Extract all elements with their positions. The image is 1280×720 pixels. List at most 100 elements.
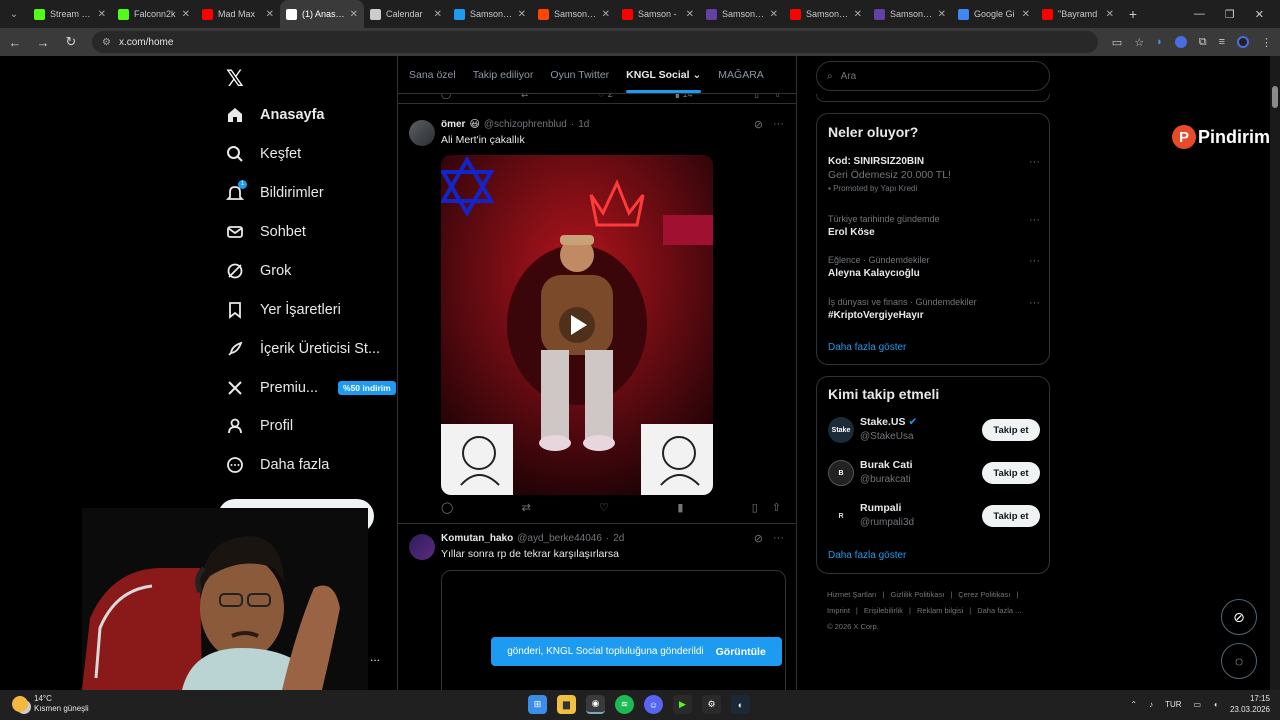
browser-tab[interactable]: Samson, A ✕	[700, 0, 784, 28]
feed-tab[interactable]: MAĞARA	[718, 69, 764, 93]
follow-name[interactable]: Stake.US ✔	[860, 416, 917, 428]
nav-item-grok[interactable]: Grok	[226, 262, 291, 280]
tab-close-icon[interactable]: ✕	[434, 9, 442, 20]
views-icon[interactable]: ▮	[677, 501, 683, 514]
browser-tab[interactable]: Stream - K ✕	[28, 0, 112, 28]
forward-icon[interactable]: →	[36, 35, 50, 50]
footer-link[interactable]: Çerez Politikası	[958, 590, 1010, 599]
url-input[interactable]: ⚙ x.com/home	[92, 31, 1098, 53]
nav-item-rocket[interactable]: İçerik Üreticisi St...	[226, 340, 380, 358]
follow-suggestion[interactable]: B Burak Cati @burakcati Takip et	[828, 458, 1040, 490]
reply-icon[interactable]: ◯	[441, 501, 453, 514]
nav-item-bookmark[interactable]: Yer İşaretleri	[226, 301, 341, 319]
minimize-icon[interactable]: —	[1194, 8, 1205, 21]
post-video[interactable]	[441, 155, 713, 495]
tab-close-icon[interactable]: ✕	[266, 9, 274, 20]
weather-widget[interactable]: 14°C Kısmen güneşli	[12, 694, 89, 714]
follow-button[interactable]: Takip et	[982, 462, 1040, 484]
trend-item[interactable]: Eğlence · Gündemdekiler Aleyna Kalaycıoğ…	[828, 255, 1040, 279]
trend-item[interactable]: İş dünyası ve finans · Gündemdekiler #Kr…	[828, 297, 1040, 321]
steam-icon[interactable]: ◐	[731, 695, 750, 714]
messages-fab-icon[interactable]: ◌	[1221, 643, 1257, 679]
browser-tab[interactable]: Google Gi ✕	[952, 0, 1036, 28]
start-icon[interactable]: ⊞	[528, 695, 547, 714]
clock[interactable]: 17:15 23.03.2026	[1230, 693, 1270, 715]
bookmark-icon[interactable]: ▯	[752, 501, 758, 514]
tab-close-icon[interactable]: ✕	[98, 9, 106, 20]
footer-link[interactable]: Erişilebilirlik	[864, 606, 903, 615]
nav-item-more-circle[interactable]: Daha fazla	[226, 456, 329, 474]
browser-tab[interactable]: Samson St ✕	[448, 0, 532, 28]
like-icon[interactable]: ♡	[599, 501, 609, 514]
nav-item-search[interactable]: Keşfet	[226, 145, 301, 163]
nav-item-person[interactable]: Profil	[226, 417, 293, 435]
file-explorer-icon[interactable]: ▆	[557, 695, 576, 714]
tab-close-icon[interactable]: ✕	[686, 9, 694, 20]
browser-tab[interactable]: Falconn2k ✕	[112, 0, 196, 28]
footer-link[interactable]: Imprint	[827, 606, 850, 615]
reload-icon[interactable]: ↻	[64, 34, 78, 50]
footer-link[interactable]: © 2026 X Corp.	[827, 622, 879, 631]
feed-tab[interactable]: Takip ediliyor	[473, 69, 534, 93]
post-more-icon[interactable]: ···	[773, 118, 784, 131]
trend-item[interactable]: Türkiye tarihinde gündemde Erol Köse ···	[828, 214, 1040, 238]
tab-close-icon[interactable]: ✕	[938, 9, 946, 20]
tab-close-icon[interactable]: ✕	[1106, 9, 1114, 20]
browser-tab[interactable]: Samson: A ✕	[868, 0, 952, 28]
follow-suggestion[interactable]: Stake Stake.US ✔ @StakeUsa Takip et	[828, 415, 1040, 447]
trends-show-more[interactable]: Daha fazla göster	[828, 342, 906, 353]
feed-tab[interactable]: Sana özel	[409, 69, 456, 93]
network-icon[interactable]: ▭	[1194, 700, 1202, 709]
cast-icon[interactable]: ▭	[1112, 36, 1122, 49]
extension-2-icon[interactable]	[1174, 36, 1187, 48]
feed-tab[interactable]: Oyun Twitter	[550, 69, 609, 93]
chrome-icon[interactable]: ◉	[586, 695, 605, 714]
nav-item-x-premium[interactable]: Premiu... %50 indirim	[226, 379, 396, 397]
app-icon[interactable]: ⚙	[702, 695, 721, 714]
microphone-icon[interactable]: ♪	[1149, 700, 1153, 709]
browser-tab[interactable]: "Bayramd ✕	[1036, 0, 1120, 28]
page-scrollbar[interactable]	[1270, 56, 1280, 690]
burak-avatar[interactable]: B	[828, 460, 854, 486]
x-logo-icon[interactable]: 𝕏	[226, 66, 244, 92]
site-info-icon[interactable]: ⚙	[102, 37, 111, 48]
profile-avatar[interactable]	[1237, 36, 1249, 48]
post-author-name[interactable]: ömer	[441, 119, 465, 130]
browser-tab[interactable]: Calendar ✕	[364, 0, 448, 28]
footer-link[interactable]: Daha fazla ...	[977, 606, 1021, 615]
browser-tab[interactable]: Samson - ✕	[616, 0, 700, 28]
bookmark-star-icon[interactable]: ☆	[1134, 36, 1144, 49]
repost-icon[interactable]: ⇄	[522, 501, 531, 514]
kick-icon[interactable]: ▶	[673, 695, 692, 714]
extensions-icon[interactable]: ⧉	[1199, 36, 1207, 49]
nav-item-home[interactable]: Anasayfa	[226, 106, 324, 124]
trend-more-icon[interactable]: ···	[1029, 255, 1040, 267]
nav-item-mail[interactable]: Sohbet	[226, 223, 306, 241]
keyboard-language[interactable]: TUR	[1165, 700, 1181, 709]
tray-overflow-icon[interactable]: ⌃	[1130, 700, 1137, 709]
footer-link[interactable]: Hizmet Şartları	[827, 590, 877, 599]
avatar[interactable]	[409, 120, 435, 146]
grok-explain-icon[interactable]: ⊘	[754, 532, 763, 545]
search-input[interactable]: ⌕ Ara	[816, 61, 1050, 91]
account-more-icon[interactable]: ...	[370, 650, 380, 664]
tab-close-icon[interactable]: ✕	[182, 9, 190, 20]
spotify-icon[interactable]: ≋	[615, 695, 634, 714]
stake-avatar[interactable]: Stake	[828, 417, 854, 443]
browser-tab[interactable]: Samson: A ✕	[784, 0, 868, 28]
trend-more-icon[interactable]: ···	[1029, 214, 1040, 226]
nav-item-bell[interactable]: 1 Bildirimler	[226, 180, 324, 202]
post-time[interactable]: 1d	[578, 119, 589, 130]
tab-close-icon[interactable]: ✕	[602, 9, 610, 20]
scrollbar-thumb[interactable]	[1272, 86, 1278, 108]
follow-show-more[interactable]: Daha fazla göster	[828, 550, 906, 561]
toast-view-link[interactable]: Görüntüle	[716, 646, 766, 658]
follow-name[interactable]: Burak Cati	[860, 459, 913, 471]
follow-name[interactable]: Rumpali	[860, 502, 901, 514]
trend-more-icon[interactable]: ···	[1029, 297, 1040, 309]
browser-tab[interactable]: Mad Max ✕	[196, 0, 280, 28]
tab-close-icon[interactable]: ✕	[350, 9, 358, 20]
close-window-icon[interactable]: ✕	[1255, 8, 1264, 21]
new-tab-button[interactable]: +	[1120, 6, 1146, 22]
follow-suggestion[interactable]: R Rumpali @rumpali3d Takip et	[828, 501, 1040, 533]
